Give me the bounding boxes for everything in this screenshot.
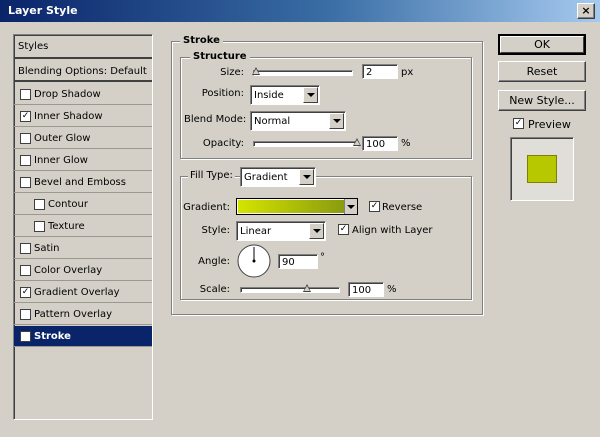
opacity-slider[interactable] [253,138,361,147]
chevron-down-icon[interactable] [303,87,318,103]
position-select[interactable]: Inside [250,85,320,105]
fill-type-select[interactable]: Gradient [240,167,316,187]
sidebar-item-label: Texture [48,221,85,232]
ok-button-label: OK [500,36,584,53]
reset-button[interactable]: Reset [498,61,586,82]
scale-slider-thumb[interactable] [302,284,311,292]
scale-unit: % [387,284,397,295]
fill-type-label: Fill Type: [188,170,235,181]
sidebar-item-label: Pattern Overlay [34,309,113,320]
ok-button[interactable]: OK [498,34,586,55]
sidebar-checkbox[interactable] [20,243,31,254]
position-value: Inside [254,90,284,101]
size-unit: px [401,67,414,78]
blend-mode-select[interactable]: Normal [250,111,346,131]
gradient-label: Gradient: [183,202,230,213]
size-input[interactable]: 2 [362,64,398,79]
sidebar-item-blending-options-default[interactable]: Blending Options: Default [14,61,152,82]
sidebar-item-label: Inner Glow [34,155,88,166]
stroke-group-title: Stroke [180,35,223,46]
style-label: Style: [201,225,231,236]
sidebar-checkbox[interactable]: ✓ [20,111,31,122]
align-with-layer-checkbox[interactable]: ✓ [338,224,349,235]
chevron-down-icon[interactable] [329,113,344,129]
angle-label: Angle: [198,256,230,267]
size-slider-thumb[interactable] [251,67,260,75]
preview-label: Preview [528,118,571,131]
sidebar-item-label: Bevel and Emboss [34,177,126,188]
sidebar-item-drop-shadow[interactable]: Drop Shadow [14,84,152,105]
opacity-unit: % [401,138,411,149]
sidebar-item-gradient-overlay[interactable]: ✓ Gradient Overlay [14,282,152,303]
size-slider[interactable] [251,67,353,76]
sidebar-item-label: Drop Shadow [34,89,101,100]
new-style-button[interactable]: New Style... [498,90,586,111]
angle-input[interactable]: 90 [278,254,318,269]
angle-dial[interactable] [236,243,272,279]
sidebar-item-stroke[interactable]: ✓ Stroke [14,326,152,347]
close-button[interactable]: × [577,3,595,19]
sidebar-item-bevel-and-emboss[interactable]: Bevel and Emboss [14,172,152,193]
sidebar-checkbox[interactable] [20,155,31,166]
sidebar-checkbox[interactable] [20,133,31,144]
size-label: Size: [220,67,244,78]
opacity-slider-thumb[interactable] [353,138,361,146]
sidebar-item-label: Color Overlay [34,265,103,276]
position-label: Position: [201,88,244,99]
scale-label: Scale: [199,284,230,295]
reverse-checkbox[interactable]: ✓ [369,201,380,212]
sidebar-item-label: Contour [48,199,88,210]
angle-unit: ° [320,252,325,263]
sidebar-item-label: Stroke [34,331,71,342]
sidebar-item-label: Satin [34,243,60,254]
sidebar-item-label: Inner Shadow [34,111,103,122]
fill-type-value: Gradient [244,172,288,183]
sidebar-item-satin[interactable]: Satin [14,238,152,259]
sidebar-item-outer-glow[interactable]: Outer Glow [14,128,152,149]
gradient-picker[interactable] [236,198,358,215]
styles-header-label: Styles [18,41,49,52]
preview-swatch [527,155,557,183]
preview-checkbox[interactable]: ✓ [513,118,524,129]
sidebar-item-label: Gradient Overlay [34,287,120,298]
sidebar-checkbox[interactable]: ✓ [20,287,31,298]
gradient-swatch [238,200,345,213]
sidebar-item-inner-glow[interactable]: Inner Glow [14,150,152,171]
fill-type-group [180,176,472,300]
sidebar-item-label: Blending Options: Default [18,66,147,77]
styles-list: Styles Blending Options: Default Drop Shad… [13,34,153,420]
preview-box [510,137,574,201]
sidebar-checkbox[interactable] [20,265,31,276]
blend-mode-label: Blend Mode: [184,114,247,125]
style-value: Linear [240,226,272,237]
reverse-label: Reverse [382,202,423,213]
styles-header[interactable]: Styles [14,35,152,59]
sidebar-checkbox[interactable] [34,199,45,210]
chevron-down-icon[interactable] [299,169,314,185]
sidebar-checkbox[interactable] [34,221,45,232]
align-with-layer-label: Align with Layer [352,225,433,236]
scale-input[interactable]: 100 [348,282,384,297]
opacity-label: Opacity: [202,138,244,149]
sidebar-checkbox[interactable]: ✓ [20,331,31,342]
chevron-down-icon[interactable] [309,223,324,239]
scale-slider[interactable] [240,284,340,293]
chevron-down-icon[interactable] [344,199,357,214]
title-bar[interactable] [0,0,600,22]
sidebar-item-pattern-overlay[interactable]: Pattern Overlay [14,304,152,325]
window-title: Layer Style [8,4,78,17]
sidebar-item-texture[interactable]: Texture [14,216,152,237]
blend-mode-value: Normal [254,116,291,127]
structure-group-title: Structure [190,51,250,62]
sidebar-checkbox[interactable] [20,89,31,100]
sidebar-item-inner-shadow[interactable]: ✓ Inner Shadow [14,106,152,127]
sidebar-item-color-overlay[interactable]: Color Overlay [14,260,152,281]
style-select[interactable]: Linear [236,221,326,241]
opacity-input[interactable]: 100 [362,136,398,151]
sidebar-checkbox[interactable] [20,177,31,188]
sidebar-checkbox[interactable] [20,309,31,320]
sidebar-item-contour[interactable]: Contour [14,194,152,215]
sidebar-item-label: Outer Glow [34,133,91,144]
